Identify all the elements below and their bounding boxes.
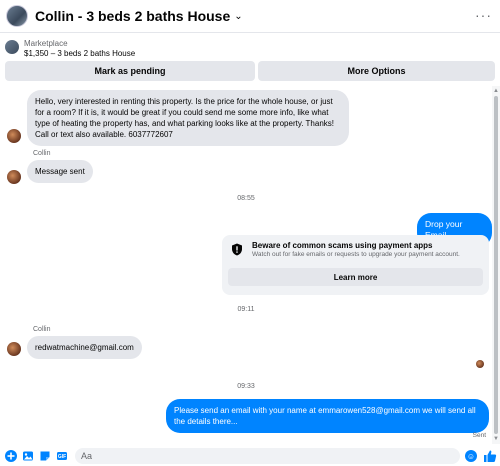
warning-text: Watch out for fake emails or requests to…	[252, 251, 460, 258]
thumbs-up-icon[interactable]	[483, 449, 497, 463]
messenger-chat-window: Collin - 3 beds 2 baths House ⌄ ··· Mark…	[0, 0, 500, 466]
scroll-up-icon[interactable]: ▲	[493, 88, 499, 94]
timestamp: 09:33	[237, 383, 255, 390]
scrollbar[interactable]: ▲ ▼	[492, 86, 500, 444]
seen-indicator-avatar	[476, 360, 484, 368]
marketplace-bar: Marketplace $1,350 – 3 beds 2 baths Hous…	[0, 36, 500, 84]
listing-thumbnail[interactable]	[5, 40, 19, 54]
incoming-message: Message sent	[27, 160, 93, 183]
warning-title: Beware of common scams using payment app…	[252, 241, 433, 250]
timestamp: 08:55	[237, 195, 255, 202]
photo-icon[interactable]	[22, 450, 34, 462]
sender-name: Collin	[33, 150, 51, 157]
message-composer: GIF Aa ☺	[0, 446, 500, 466]
sent-status: Sent	[472, 432, 486, 439]
chat-header: Collin - 3 beds 2 baths House ⌄ ···	[0, 0, 500, 33]
svg-text:GIF: GIF	[58, 454, 66, 460]
sticker-icon[interactable]	[39, 450, 51, 462]
learn-more-button[interactable]: Learn more	[228, 268, 483, 286]
incoming-message: Hello, very interested in renting this p…	[27, 90, 349, 146]
plus-icon[interactable]	[5, 450, 17, 462]
shield-icon	[232, 243, 242, 256]
more-options-icon[interactable]: ···	[475, 7, 492, 23]
emoji-icon[interactable]: ☺	[465, 450, 477, 462]
scrollbar-thumb[interactable]	[494, 96, 498, 434]
chat-title[interactable]: Collin - 3 beds 2 baths House	[35, 8, 230, 24]
scroll-down-icon[interactable]: ▼	[493, 436, 499, 442]
mark-as-pending-button[interactable]: Mark as pending	[5, 61, 255, 81]
chevron-down-icon[interactable]: ⌄	[234, 11, 242, 22]
timestamp: 09:11	[237, 306, 255, 313]
outgoing-message: Please send an email with your name at e…	[166, 399, 489, 433]
collin-avatar[interactable]	[7, 342, 21, 356]
listing-summary[interactable]: $1,350 – 3 beds 2 baths House	[24, 49, 135, 58]
listing-avatar[interactable]	[6, 5, 28, 27]
marketplace-label: Marketplace	[24, 39, 68, 48]
message-input[interactable]: Aa	[75, 448, 460, 464]
collin-avatar[interactable]	[7, 170, 21, 184]
incoming-message: redwatmachine@gmail.com	[27, 336, 142, 359]
conversation-area: Hello, very interested in renting this p…	[0, 86, 492, 444]
more-options-button[interactable]: More Options	[258, 61, 495, 81]
scam-warning-card: Beware of common scams using payment app…	[222, 235, 489, 295]
collin-avatar[interactable]	[7, 129, 21, 143]
sender-name: Collin	[33, 326, 51, 333]
gif-icon[interactable]: GIF	[56, 450, 68, 462]
